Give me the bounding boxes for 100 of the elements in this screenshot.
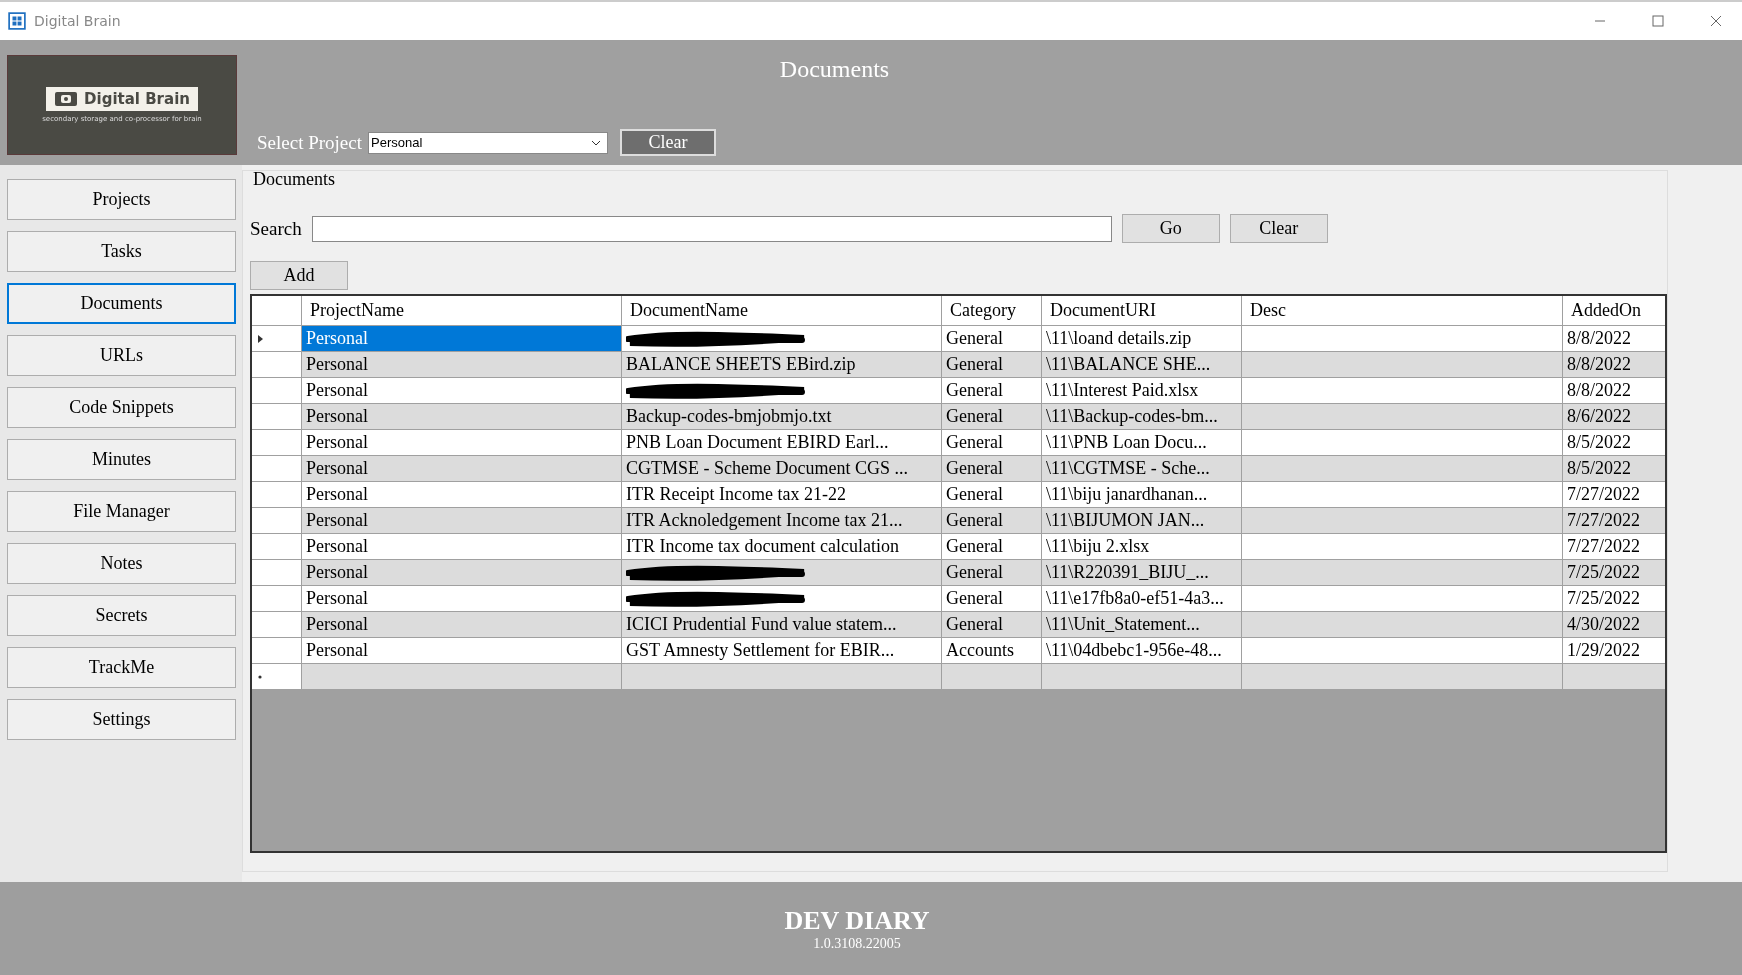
new-row-icon [258, 674, 262, 679]
chevron-down-icon [591, 139, 601, 146]
table-cell-text: 7/27/2022 [1566, 509, 1641, 532]
table-cell: \11\04dbebc1-956e-48... [1042, 638, 1242, 663]
table-row[interactable]: Personal PNB Loan Document EBIRD Earl... General \11\PNB Loan Docu... 8/5/2022 [252, 430, 1665, 456]
table-row[interactable]: Personal Backup-codes-bmjobmjo.txt General \11\Backup-codes-bm... 8/6/2022 [252, 404, 1665, 430]
sidebar-item[interactable]: File Manager [7, 491, 236, 532]
column-header[interactable]: AddedOn [1563, 296, 1665, 325]
group-title: Documents [253, 169, 335, 190]
footer-title: DEV DIARY [784, 905, 930, 936]
table-cell-text: 4/30/2022 [1566, 613, 1641, 636]
table-row[interactable]: Personal ITR Income tax document calculation General \11\biju 2.xlsx 7/27/2022 [252, 534, 1665, 560]
go-button[interactable]: Go [1121, 214, 1220, 243]
table-cell: Personal [302, 612, 622, 637]
table-cell: Personal [302, 430, 622, 455]
table-row[interactable]: Personal General \11\loand details.zip 8/8/2022 [252, 326, 1665, 352]
row-header[interactable] [252, 664, 302, 689]
table-row[interactable]: Personal ITR Acknoledgement Income tax 21... General \11\BIJUMON JAN... 7/27/2022 [252, 508, 1665, 534]
column-header[interactable]: DocumentName [622, 296, 942, 325]
table-cell-text: 8/6/2022 [1566, 405, 1632, 428]
table-cell: PNB Loan Document EBIRD Earl... [626, 432, 889, 453]
brain-chip-icon [54, 91, 79, 107]
sidebar-item[interactable]: Notes [7, 543, 236, 584]
sidebar-item[interactable]: Settings [7, 699, 236, 740]
table-cell: \11\loand details.zip [1042, 326, 1242, 351]
clear-search-button[interactable]: Clear [1229, 214, 1328, 243]
column-header[interactable]: DocumentURI [1042, 296, 1242, 325]
table-cell: ITR Acknoledgement Income tax 21... [626, 510, 903, 531]
sidebar-item[interactable]: Minutes [7, 439, 236, 480]
table-cell: General [942, 326, 1042, 351]
search-field[interactable] [311, 215, 1112, 242]
table-cell-text: 8/8/2022 [1566, 327, 1632, 350]
close-icon[interactable] [1710, 15, 1722, 27]
select-project-label: Select Project [257, 131, 362, 154]
table-cell-text: 1/29/2022 [1566, 639, 1641, 662]
table-row[interactable]: Personal ITR Receipt Income tax 21-22 General \11\biju janardhanan... 7/27/2022 [252, 482, 1665, 508]
table-cell: \11\CGTMSE - Sche... [1042, 456, 1242, 481]
table-cell: Personal [302, 508, 622, 533]
table-cell: Backup-codes-bmjobmjo.txt [626, 406, 832, 427]
table-cell: Personal [302, 404, 622, 429]
column-header[interactable]: Category [942, 296, 1042, 325]
table-cell-text: 7/25/2022 [1566, 587, 1641, 610]
version-text: 1.0.3108.22005 [813, 935, 901, 952]
table-cell: \11\Unit_Statement... [1042, 612, 1242, 637]
table-row[interactable]: Personal BALANCE SHEETS EBird.zip General \11\BALANCE SHE... 8/8/2022 [252, 352, 1665, 378]
table-cell-text: 7/25/2022 [1566, 561, 1641, 584]
table-cell: General [942, 430, 1042, 455]
table-cell: General [942, 586, 1042, 611]
table-row[interactable]: Personal GST Amnesty Settlement for EBIR... Accounts \11\04dbebc1-956e-48... 1/29/2022 [252, 638, 1665, 664]
sidebar-item[interactable]: Documents [7, 283, 236, 324]
table-cell: Personal [302, 326, 622, 351]
project-dropdown[interactable]: Personal [368, 131, 608, 154]
sidebar-item[interactable]: URLs [7, 335, 236, 376]
table-cell: \11\BALANCE SHE... [1042, 352, 1242, 377]
table-cell: Personal [302, 482, 622, 507]
table-cell: General [942, 404, 1042, 429]
table-cell: \11\Interest Paid.xlsx [1042, 378, 1242, 403]
table-cell-text: 7/27/2022 [1566, 535, 1641, 558]
column-header[interactable]: ProjectName [302, 296, 622, 325]
page-title: Documents [778, 56, 891, 83]
sidebar-item[interactable]: Secrets [7, 595, 236, 636]
table-cell: General [942, 456, 1042, 481]
table-cell: \11\R220391_BIJU_... [1042, 560, 1242, 585]
table-cell: ICICI Prudential Fund value statem... [626, 614, 897, 635]
table-cell: \11\BIJUMON JAN... [1042, 508, 1242, 533]
table-cell: GST Amnesty Settlement for EBIR... [626, 640, 895, 661]
table-cell: Personal [302, 560, 622, 585]
table-cell: General [942, 560, 1042, 585]
table-row[interactable]: Personal General \11\Interest Paid.xlsx 8/8/2022 [252, 378, 1665, 404]
table-cell: General [942, 612, 1042, 637]
table-cell: General [942, 482, 1042, 507]
table-row[interactable]: Personal General \11\e17fb8a0-ef51-4a3... 7/25/2022 [252, 586, 1665, 612]
column-header[interactable]: Desc [1242, 296, 1563, 325]
sidebar-item[interactable]: Tasks [7, 231, 236, 272]
table-cell-text: 8/5/2022 [1566, 457, 1632, 480]
table-cell: Personal [302, 456, 622, 481]
table-cell: General [942, 508, 1042, 533]
maximize-icon[interactable] [1652, 15, 1664, 27]
search-label: Search [250, 217, 302, 240]
table-row[interactable]: Personal ICICI Prudential Fund value statem... General \11\Unit_Statement... 4/30/2022 [252, 612, 1665, 638]
table-cell: Personal [302, 586, 622, 611]
new-row[interactable] [252, 664, 1665, 690]
clear-project-button[interactable]: Clear [620, 129, 716, 156]
sidebar-item[interactable]: Projects [7, 179, 236, 220]
table-cell: Personal [302, 534, 622, 559]
table-row[interactable]: Personal General \11\R220391_BIJU_... 7/25/2022 [252, 560, 1665, 586]
table-cell: ITR Receipt Income tax 21-22 [626, 484, 846, 505]
table-cell: \11\PNB Loan Docu... [1042, 430, 1242, 455]
table-cell-text: 8/8/2022 [1566, 353, 1632, 376]
table-cell-text: 8/5/2022 [1566, 431, 1632, 454]
table-cell: Personal [302, 638, 622, 663]
table-cell: \11\Backup-codes-bm... [1042, 404, 1242, 429]
window-title: Digital Brain [34, 13, 121, 29]
table-cell: General [942, 378, 1042, 403]
table-cell: BALANCE SHEETS EBird.zip [626, 354, 856, 375]
table-cell: Accounts [942, 638, 1042, 663]
add-button[interactable]: Add [250, 261, 348, 290]
sidebar-item[interactable]: TrackMe [7, 647, 236, 688]
table-row[interactable]: Personal CGTMSE - Scheme Document CGS ... General \11\CGTMSE - Sche... 8/5/2022 [252, 456, 1665, 482]
sidebar-item[interactable]: Code Snippets [7, 387, 236, 428]
